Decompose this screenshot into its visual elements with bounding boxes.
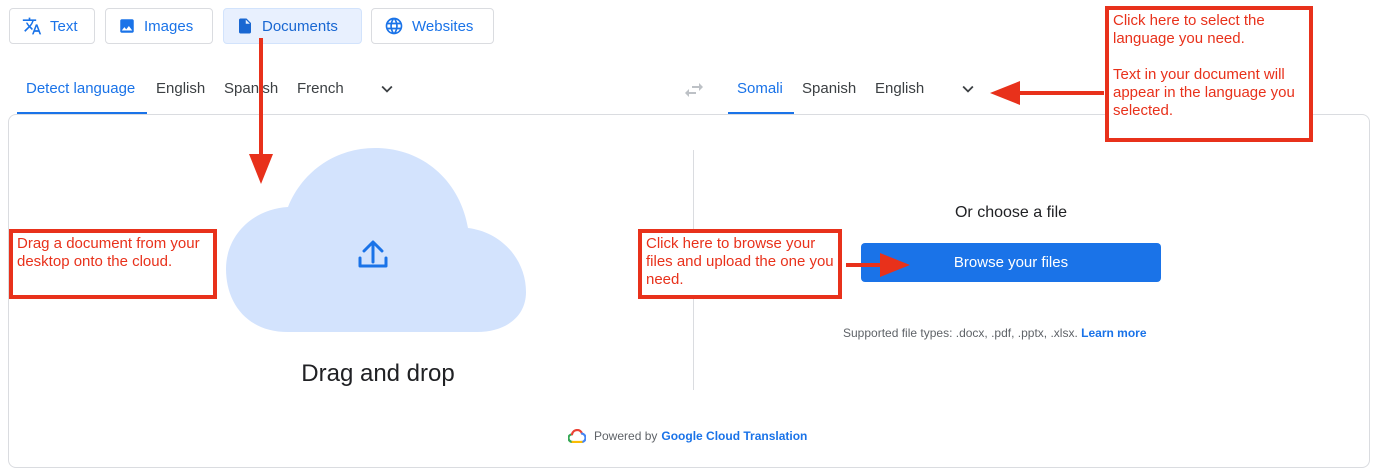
tab-documents-label: Documents <box>262 17 338 35</box>
image-icon <box>120 19 134 33</box>
target-lang-dropdown-icon[interactable] <box>957 78 979 100</box>
globe-icon <box>385 17 403 35</box>
source-lang-detect[interactable]: Detect language <box>26 80 135 97</box>
powered-by-footer: Powered by Google Cloud Translation <box>568 429 807 443</box>
drag-and-drop-title: Drag and drop <box>301 360 455 387</box>
tab-text-label: Text <box>50 17 78 35</box>
target-lang-somali[interactable]: Somali <box>737 80 783 97</box>
document-icon <box>239 18 251 34</box>
swap-languages-icon[interactable] <box>682 78 706 102</box>
source-lang-dropdown-icon[interactable] <box>376 78 398 100</box>
tab-images-label: Images <box>144 17 194 35</box>
supported-file-types: Supported file types: .docx, .pdf, .pptx… <box>843 326 1147 340</box>
annotation-language-line1: Click here to select the language you ne… <box>1113 12 1265 47</box>
supported-file-types-text: Supported file types: .docx, .pdf, .pptx… <box>843 326 1078 340</box>
tab-text[interactable]: Text <box>9 8 95 44</box>
google-cloud-icon <box>568 429 586 443</box>
annotation-language: Click here to select the language you ne… <box>1105 6 1313 142</box>
annotation-browse: Click here to browse your files and uplo… <box>638 229 842 299</box>
annotation-language-line2: Text in your document will appear in the… <box>1113 66 1295 119</box>
annotation-drag: Drag a document from your desktop onto t… <box>9 229 217 299</box>
annotation-drag-text: Drag a document from your desktop onto t… <box>17 235 200 270</box>
arrow-right-annotation <box>846 253 910 277</box>
source-lang-english[interactable]: English <box>156 80 205 97</box>
tab-websites-label: Websites <box>412 17 474 35</box>
learn-more-link[interactable]: Learn more <box>1081 326 1146 340</box>
translate-icon <box>22 17 42 35</box>
google-cloud-translation-link[interactable]: Google Cloud Translation <box>661 429 807 443</box>
target-lang-english[interactable]: English <box>875 80 924 97</box>
annotation-browse-text: Click here to browse your files and uplo… <box>646 235 834 288</box>
tab-websites[interactable]: Websites <box>371 8 494 44</box>
tab-documents[interactable]: Documents <box>223 8 362 44</box>
target-lang-spanish[interactable]: Spanish <box>802 80 856 97</box>
source-lang-french[interactable]: French <box>297 80 344 97</box>
arrow-down-annotation <box>249 38 273 184</box>
choose-file-title: Or choose a file <box>954 204 1068 221</box>
arrow-left-annotation <box>990 81 1104 105</box>
tab-images[interactable]: Images <box>105 8 213 44</box>
powered-by-text: Powered by <box>594 429 658 443</box>
